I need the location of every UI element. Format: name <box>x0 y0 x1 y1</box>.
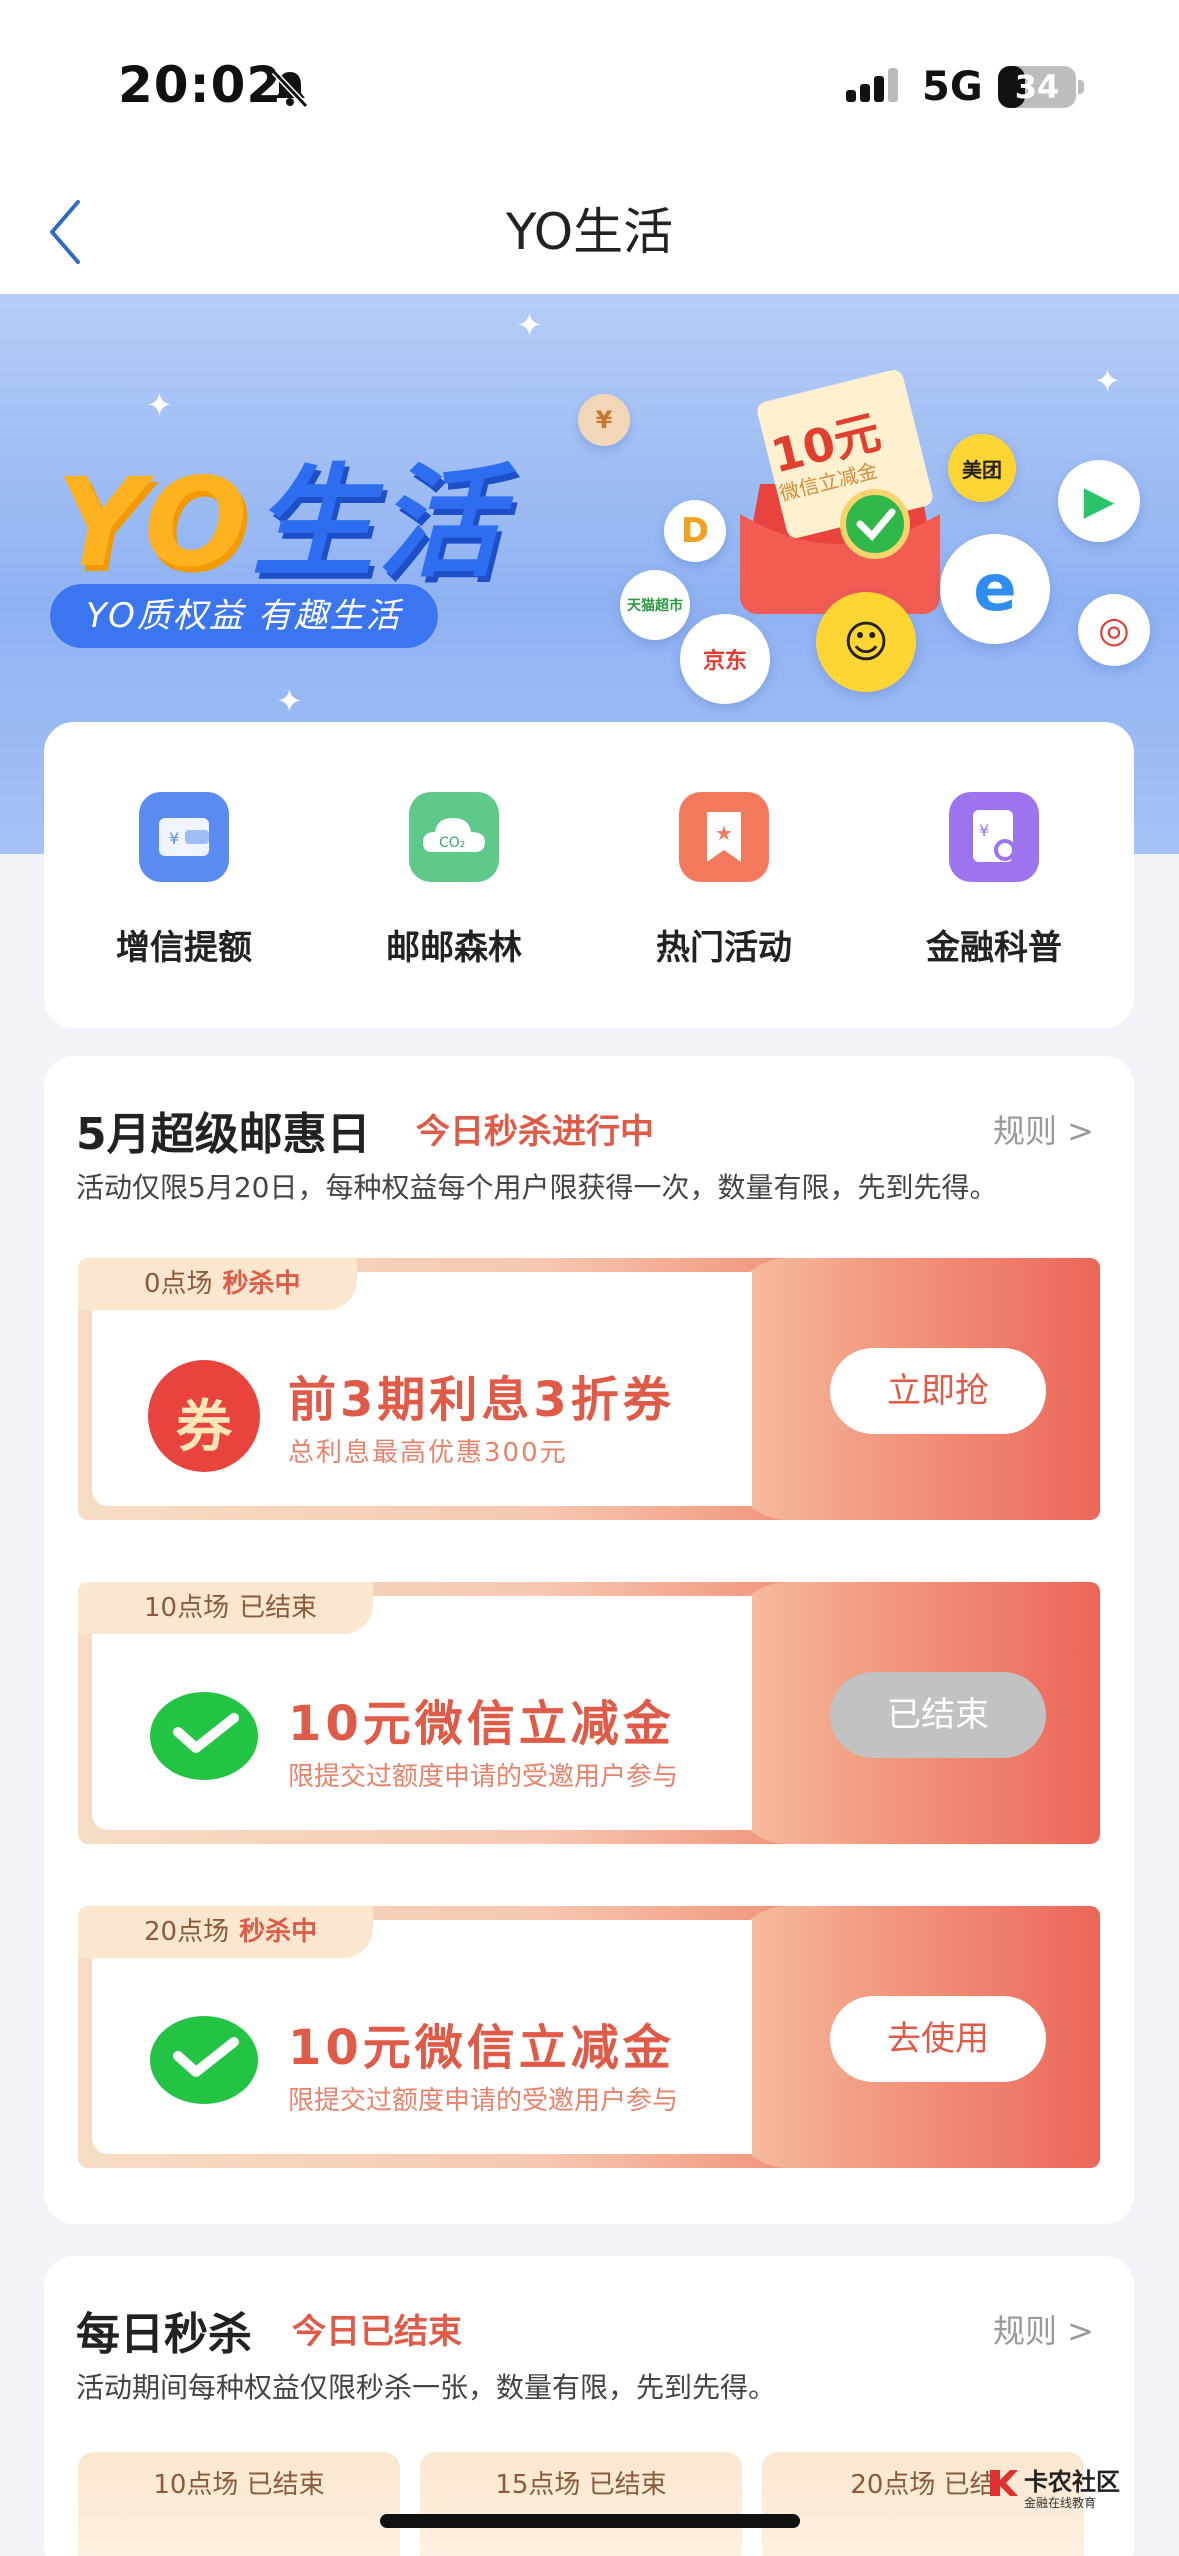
banner-title: YO生活 <box>56 424 504 601</box>
offer-session: 10点场 <box>144 1593 230 1623</box>
co2-cloud-icon: CO₂ <box>409 792 499 882</box>
sparkle-icon: ✦ <box>1094 362 1121 400</box>
svg-text:CO₂: CO₂ <box>439 835 465 851</box>
svg-text:¥: ¥ <box>979 821 989 840</box>
home-indicator[interactable] <box>380 2514 800 2528</box>
offer-title: 前3期利息3折券 <box>288 1372 675 1428</box>
video-play-icon: ▶ <box>1058 460 1140 542</box>
battery-level: 34 <box>1014 68 1060 106</box>
offer-subtitle: 限提交过额度申请的受邀用户参与 <box>288 2086 679 2116</box>
rules-link[interactable]: 规则 > <box>993 1106 1094 1152</box>
quick-item-label: 热门活动 <box>656 928 792 968</box>
wallet-icon: ¥ <box>139 792 229 882</box>
quick-menu: ¥ 增信提额 CO₂ 邮邮森林 ★ 热门活动 ¥ 金融科普 <box>44 722 1134 1028</box>
offer-card: 10元微信立减金 限提交过额度申请的受邀用户参与 10点场 已结束 已结束 <box>78 1582 1100 1844</box>
status-time: 20:02 <box>118 56 283 114</box>
offer-title: 10元微信立减金 <box>288 2020 675 2076</box>
coupon-icon-text: 券 <box>176 1395 232 1460</box>
quick-item-label: 金融科普 <box>926 928 1062 968</box>
section-status: 今日已结束 <box>292 2312 462 2352</box>
yellow-mascot-icon: ☺ <box>816 592 916 692</box>
watermark-subtitle: 金融在线教育 <box>1024 2496 1097 2510</box>
coupon-quan-icon: 券 <box>148 1360 260 1472</box>
e-brand-icon: e <box>940 534 1050 644</box>
offer-session-tag: 0点场 秒杀中 <box>78 1258 357 1310</box>
offer-session-tag: 10点场 已结束 <box>78 1582 374 1634</box>
coin-icon: ¥ <box>578 394 630 446</box>
offer-session: 20点场 <box>144 1917 230 1947</box>
offer-card: 券 前3期利息3折券 总利息最高优惠300元 0点场 秒杀中 立即抢 <box>78 1258 1100 1520</box>
sparkle-icon: ✦ <box>276 682 303 720</box>
status-bar: 20:02 5G 34 <box>0 0 1179 170</box>
tmall-icon: 天猫超市 <box>620 570 690 640</box>
offer-subtitle: 限提交过额度申请的受邀用户参与 <box>288 1762 679 1792</box>
use-now-button[interactable]: 去使用 <box>830 1996 1046 2082</box>
meituan-icon: 美团 <box>948 434 1016 502</box>
jd-icon: 京东 <box>680 614 770 704</box>
sparkle-icon: ✦ <box>146 386 173 424</box>
watermark-title: 卡农社区 <box>1024 2468 1120 2496</box>
brand-jd-label: 京东 <box>702 649 747 674</box>
wechat-icon <box>150 1692 258 1780</box>
daily-slot[interactable]: 15点场 已结束 <box>420 2452 742 2556</box>
svg-text:★: ★ <box>715 821 733 845</box>
section-desc: 活动期间每种权益仅限秒杀一张，数量有限，先到先得。 <box>76 2371 777 2404</box>
offer-subtitle: 总利息最高优惠300元 <box>288 1438 568 1468</box>
offer-session-tag: 20点场 秒杀中 <box>78 1906 374 1958</box>
network-type: 5G <box>922 64 983 110</box>
battery-icon: 34 <box>998 66 1076 108</box>
offer-title: 10元微信立减金 <box>288 1696 675 1752</box>
offer-state: 已结束 <box>239 1593 318 1623</box>
quick-item-finance-edu[interactable]: ¥ 金融科普 <box>874 792 1114 969</box>
daily-flash-sale-section: 每日秒杀 今日已结束 规则 > 活动期间每种权益仅限秒杀一张，数量有限，先到先得… <box>44 2256 1134 2556</box>
brand-tmall-label: 天猫超市 <box>627 598 683 614</box>
quick-item-credit[interactable]: ¥ 增信提额 <box>64 792 304 969</box>
signal-icon <box>846 68 898 102</box>
banner-tagline: YO质权益 有趣生活 <box>50 584 438 648</box>
page-title: YO生活 <box>505 203 674 261</box>
offer-state: 秒杀中 <box>239 1917 318 1947</box>
quick-item-label: 增信提额 <box>116 928 252 968</box>
banner-title-cn: 生活 <box>251 452 504 594</box>
quick-item-hot-activity[interactable]: ★ 热门活动 <box>604 792 844 969</box>
section-title: 5月超级邮惠日 <box>76 1109 371 1160</box>
kanong-logo-icon <box>990 2470 1018 2496</box>
offer-card: 10元微信立减金 限提交过额度申请的受邀用户参与 20点场 秒杀中 去使用 <box>78 1906 1100 2168</box>
offer-state: 秒杀中 <box>222 1269 301 1299</box>
slot-label: 10点场 已结束 <box>153 2470 325 2500</box>
sparkle-icon: ✦ <box>516 306 543 344</box>
svg-text:¥: ¥ <box>169 829 179 848</box>
finance-search-icon: ¥ <box>949 792 1039 882</box>
quick-item-forest[interactable]: CO₂ 邮邮森林 <box>334 792 574 969</box>
grab-now-button[interactable]: 立即抢 <box>830 1348 1046 1434</box>
watermark: 卡农社区 金融在线教育 <box>986 2462 1126 2518</box>
star-bookmark-icon: ★ <box>679 792 769 882</box>
rules-link[interactable]: 规则 > <box>993 2306 1094 2352</box>
brand-meituan-label: 美团 <box>962 457 1002 482</box>
nav-bar: YO生活 <box>0 170 1179 294</box>
quick-item-label: 邮邮森林 <box>386 928 522 968</box>
ended-button[interactable]: 已结束 <box>830 1672 1046 1758</box>
didi-icon: D <box>664 500 726 562</box>
section-status: 今日秒杀进行中 <box>416 1112 654 1152</box>
wechat-icon <box>150 2016 258 2104</box>
banner-title-latin: YO <box>56 452 252 594</box>
battery-tip <box>1078 80 1084 94</box>
slot-label: 15点场 已结束 <box>495 2470 667 2500</box>
offer-session: 0点场 <box>144 1269 213 1299</box>
daily-slot[interactable]: 10点场 已结束 <box>78 2452 400 2556</box>
section-desc: 活动仅限5月20日，每种权益每个用户限获得一次，数量有限，先到先得。 <box>76 1171 998 1204</box>
bell-muted-icon <box>271 69 309 109</box>
promo-section: 5月超级邮惠日 今日秒杀进行中 规则 > 活动仅限5月20日，每种权益每个用户限… <box>44 1056 1134 2224</box>
brand-didi-label: D <box>680 511 710 551</box>
netease-music-icon: ◎ <box>1078 594 1150 666</box>
section-title: 每日秒杀 <box>76 2309 252 2360</box>
